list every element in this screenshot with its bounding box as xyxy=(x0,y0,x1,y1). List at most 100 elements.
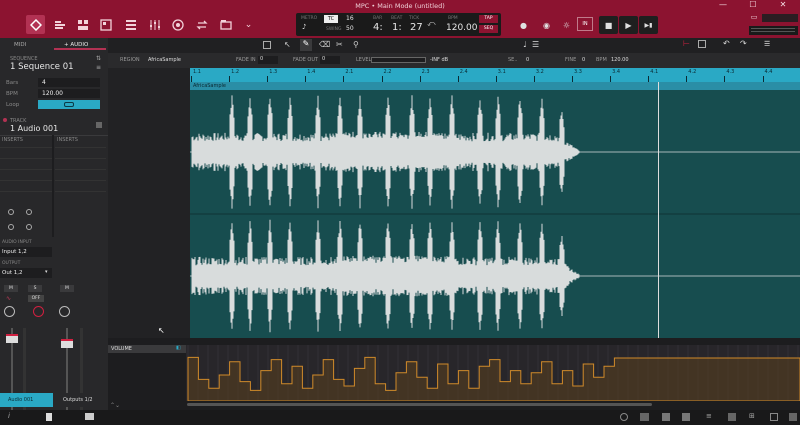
beat-value[interactable]: 1: xyxy=(392,22,402,33)
bpm-value-region[interactable]: 120.00 xyxy=(611,57,629,63)
grid-view-icon[interactable] xyxy=(73,15,92,34)
browser-icon[interactable] xyxy=(216,15,235,34)
horizontal-scrollbar[interactable] xyxy=(187,403,652,406)
record-arm-knob[interactable] xyxy=(33,306,44,317)
insert-slot[interactable] xyxy=(55,159,106,170)
tc-value[interactable]: 16 xyxy=(346,15,354,22)
split-tool-icon[interactable]: ✂ xyxy=(336,40,343,49)
master-volume-fader[interactable] xyxy=(61,339,73,348)
erase-tool-icon[interactable]: ⌫ xyxy=(319,40,330,49)
info-icon[interactable]: i xyxy=(8,412,10,420)
insert-slot[interactable] xyxy=(55,181,106,192)
more-icon[interactable]: ⌄ xyxy=(239,15,258,34)
phase-icon[interactable]: ∿ xyxy=(6,295,18,302)
send-knob[interactable] xyxy=(26,209,32,215)
send-knob[interactable] xyxy=(8,224,14,230)
sequence-nav-icon[interactable]: ⇅ xyxy=(96,55,101,62)
zoom-icon[interactable]: ⌃⌄ xyxy=(110,402,120,409)
playhead[interactable] xyxy=(658,82,659,338)
keyboard-icon[interactable] xyxy=(640,413,649,421)
tab-audio[interactable]: + AUDIO xyxy=(54,40,106,50)
overdub-button[interactable]: ◉ xyxy=(537,16,556,34)
metronome-edit-icon[interactable]: ♩ xyxy=(523,40,527,49)
loop-icon[interactable] xyxy=(192,15,211,34)
tc-toggle[interactable]: TC xyxy=(324,15,338,23)
glue-tool-icon[interactable]: ⚲ xyxy=(353,40,359,49)
pads-icon[interactable] xyxy=(662,413,670,421)
audio-input-field[interactable]: Input 1,2 xyxy=(0,247,52,257)
redo-icon[interactable]: ↷ xyxy=(740,39,747,48)
play-start-button[interactable]: ▶▮ xyxy=(639,16,658,34)
mute-button[interactable]: M xyxy=(4,285,18,292)
follow-icon[interactable]: ⤺ xyxy=(427,19,436,29)
metronome-icon[interactable]: ♪ xyxy=(302,23,316,32)
main-mode-icon[interactable] xyxy=(26,15,45,34)
sequence-name[interactable]: 1 Sequence 01 xyxy=(10,62,74,72)
track-record-icon[interactable] xyxy=(3,118,7,122)
tab-midi[interactable]: MIDI xyxy=(0,40,54,50)
send-knob[interactable] xyxy=(26,224,32,230)
new-file-icon[interactable] xyxy=(46,413,52,421)
tab-outputs[interactable]: Outputs 1/2 xyxy=(55,393,108,407)
waveform-editor[interactable]: AfricaSample xyxy=(190,82,800,338)
region-name[interactable]: AfricaSample xyxy=(148,57,181,63)
minimize-button[interactable]: — xyxy=(712,0,734,11)
solo-button[interactable]: S xyxy=(28,285,42,292)
automation-toggle-icon[interactable]: ◧ xyxy=(176,345,181,351)
insert-slot[interactable] xyxy=(0,159,52,170)
insert-slot[interactable] xyxy=(0,181,52,192)
grid-icon[interactable] xyxy=(682,413,690,421)
insert-slot[interactable] xyxy=(0,170,52,181)
tap-button[interactable]: TAP xyxy=(479,15,498,23)
timeline-ruler[interactable]: 1.1 1.2 1.3 1.4 2.1 2.2 2.3 2.4 3.1 3.2 3.3 3.4 4.1 4… xyxy=(190,68,800,82)
grid-small-icon[interactable]: ⊞ xyxy=(749,412,755,420)
track-menu-icon[interactable] xyxy=(96,122,102,128)
record-button[interactable]: ● xyxy=(514,16,533,34)
menu-lines-icon[interactable]: ≡ xyxy=(706,412,712,420)
in-button[interactable]: IN xyxy=(577,17,593,31)
tick-value[interactable]: 27 xyxy=(410,22,423,33)
menu-icon[interactable]: ☰ xyxy=(764,40,770,48)
bpm-field[interactable]: 120.00 xyxy=(38,89,100,98)
bars-field[interactable]: 4 xyxy=(38,78,100,87)
swing-value[interactable]: 50 xyxy=(346,25,354,32)
loop-toggle[interactable] xyxy=(38,100,100,109)
undo-icon[interactable]: ↶ xyxy=(723,39,730,48)
pan-knob[interactable] xyxy=(4,306,15,317)
close-button[interactable]: ✕ xyxy=(772,0,794,11)
insert-slot[interactable] xyxy=(0,148,52,159)
auto-button[interactable]: ☼ xyxy=(557,16,576,34)
play-button[interactable]: ▶ xyxy=(619,16,638,34)
screen-icon[interactable] xyxy=(728,413,736,421)
semi-value[interactable]: 0 xyxy=(526,57,529,63)
list-icon[interactable]: ☰ xyxy=(532,40,539,49)
fade-in-field[interactable]: 0 xyxy=(258,56,278,64)
send-knob[interactable] xyxy=(8,209,14,215)
bpm-value[interactable]: 120.00 xyxy=(446,23,478,33)
fine-value[interactable]: 0 xyxy=(582,57,585,63)
off-button[interactable]: OFF xyxy=(28,295,44,302)
volume-automation[interactable] xyxy=(186,345,800,401)
automation-header[interactable]: VOLUME ◧ xyxy=(108,345,190,353)
tab-audio-001[interactable]: Audio 001 xyxy=(0,393,53,407)
pencil-tool-icon[interactable]: ✎ xyxy=(300,39,312,51)
view-icon[interactable] xyxy=(698,40,706,48)
mixer-icon[interactable] xyxy=(145,15,164,34)
bar-value[interactable]: 4: xyxy=(373,22,383,33)
maximize-button[interactable]: ☐ xyxy=(742,0,764,11)
fade-out-field[interactable]: 0 xyxy=(320,56,340,64)
settings-icon[interactable] xyxy=(620,413,628,421)
master-mute-button[interactable]: M xyxy=(60,285,74,292)
record-icon[interactable] xyxy=(168,15,187,34)
pointer-tool-icon[interactable]: ↖ xyxy=(284,40,291,49)
stop-button[interactable]: ■ xyxy=(599,16,618,34)
select-tool-icon[interactable] xyxy=(263,41,271,49)
sequence-menu-icon[interactable]: ≡ xyxy=(96,64,101,71)
track-name[interactable]: 1 Audio 001 xyxy=(10,124,58,133)
track-view-icon[interactable] xyxy=(50,15,69,34)
snap-icon[interactable]: ⊢ xyxy=(683,39,690,48)
insert-slot[interactable] xyxy=(55,148,106,159)
fullscreen-icon[interactable] xyxy=(789,413,797,421)
master-pan-knob[interactable] xyxy=(59,306,70,317)
window-icon[interactable] xyxy=(770,413,778,421)
